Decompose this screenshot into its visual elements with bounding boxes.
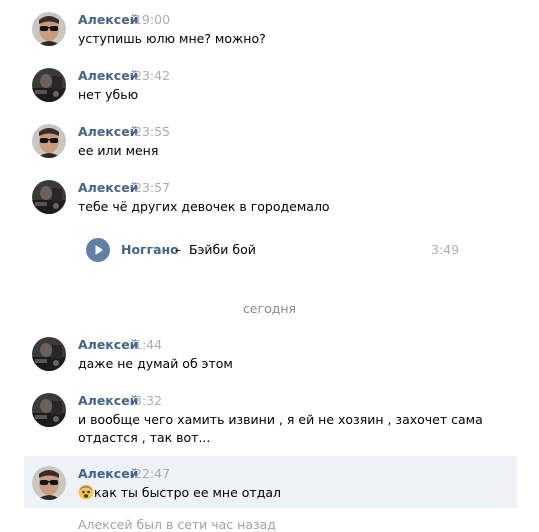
message-time[interactable]: 19:00 — [134, 12, 170, 27]
message-author[interactable]: Алексей — [78, 466, 138, 481]
avatar[interactable] — [32, 12, 66, 46]
audio-separator: – — [175, 242, 182, 257]
message-time[interactable]: 23:57 — [134, 180, 170, 195]
message-text: тебе чё других девочек в городемало — [78, 199, 330, 214]
avatar[interactable] — [32, 337, 66, 371]
message-time[interactable]: 23:42 — [134, 68, 170, 83]
message-time[interactable]: 1:44 — [134, 337, 162, 352]
audio-artist[interactable]: Ноггано — [121, 242, 179, 257]
audio-title[interactable]: Бэйби бой — [189, 242, 256, 257]
message-text: как ты быстро ее мне отдал — [94, 485, 281, 500]
play-icon[interactable] — [86, 238, 110, 262]
message-author[interactable]: Алексей — [78, 393, 138, 408]
message-text: и вообще чего хамить извини , я ей не хо… — [78, 412, 483, 445]
avatar[interactable] — [32, 180, 66, 214]
message-time[interactable]: 3:32 — [134, 393, 162, 408]
message-text: ее или меня — [78, 143, 159, 158]
message-text: уступишь юлю мне? можно? — [78, 31, 266, 46]
avatar[interactable] — [32, 68, 66, 102]
message-author[interactable]: Алексей — [78, 12, 138, 27]
message-author[interactable]: Алексей — [78, 68, 138, 83]
last-seen-status: Алексей был в сети час назад — [78, 517, 276, 532]
message-time[interactable]: 22:47 — [134, 466, 170, 481]
fearful-face-icon — [78, 484, 94, 500]
avatar[interactable] — [32, 466, 66, 500]
audio-attachment[interactable]: Ноггано – Бэйби бой 3:49 — [86, 238, 466, 262]
avatar[interactable] — [32, 393, 66, 427]
avatar[interactable] — [32, 124, 66, 158]
message-author[interactable]: Алексей — [78, 337, 138, 352]
message-text: нет убью — [78, 87, 139, 102]
audio-duration: 3:49 — [431, 242, 460, 257]
message-text: даже не думай об этом — [78, 356, 233, 371]
message-author[interactable]: Алексей — [78, 180, 138, 195]
message-author[interactable]: Алексей — [78, 124, 138, 139]
day-separator: сегодня — [242, 301, 297, 316]
message-body: как ты быстро ее мне отдал — [78, 484, 478, 502]
message-time[interactable]: 23:55 — [134, 124, 170, 139]
